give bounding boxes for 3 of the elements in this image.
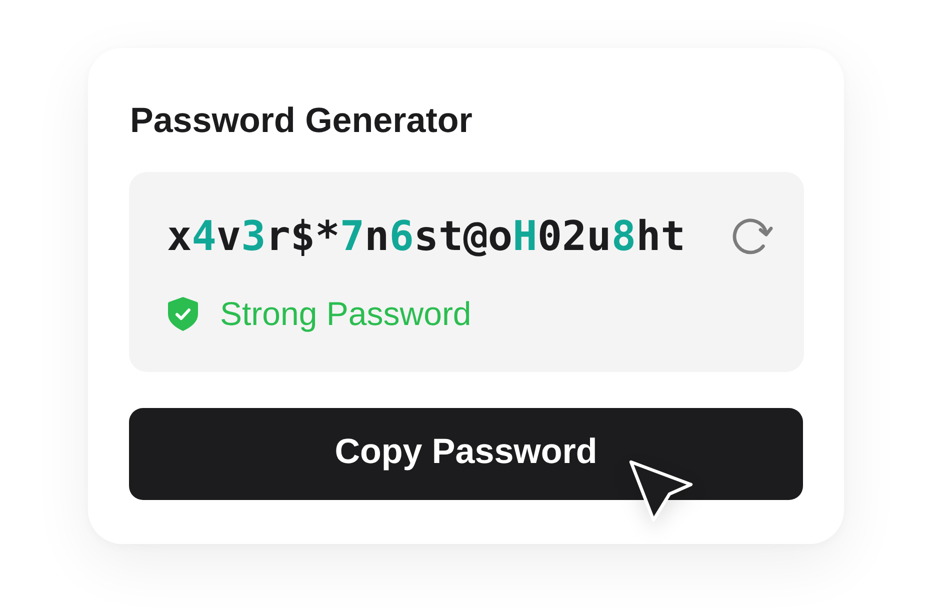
card-title: Password Generator	[130, 100, 472, 142]
strength-label: Strong Password	[220, 294, 472, 334]
password-text: x4v3r$*7n6st@oH02u8ht	[167, 211, 686, 262]
